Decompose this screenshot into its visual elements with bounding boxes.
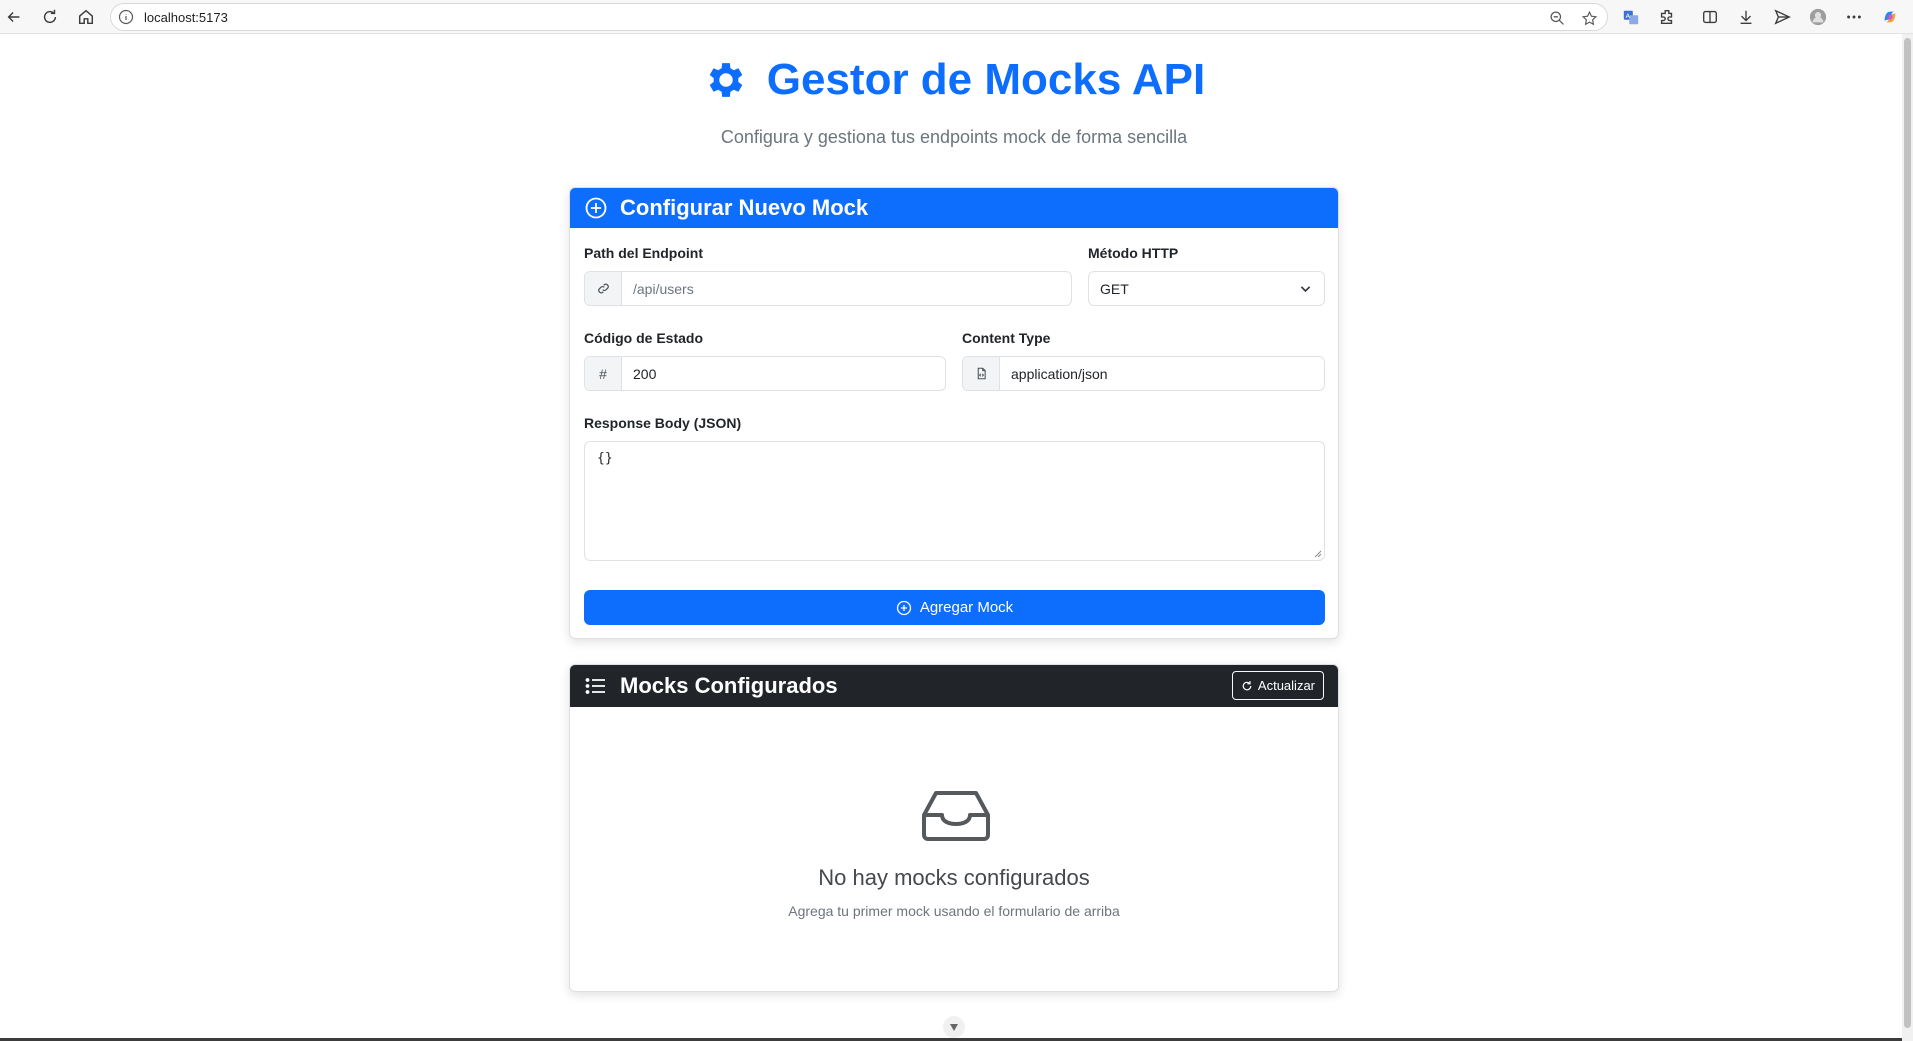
downloads-icon[interactable]: [1735, 6, 1757, 28]
profile-avatar-icon[interactable]: [1807, 6, 1829, 28]
list-icon: [585, 678, 605, 694]
scrollbar-thumb[interactable]: [1904, 38, 1911, 1028]
link-icon: [585, 272, 622, 305]
method-select[interactable]: GET: [1088, 271, 1325, 306]
browser-toolbar: localhost:5173 A: [0, 0, 1913, 34]
mocks-list-card: Mocks Configurados Actualizar No hay moc…: [569, 664, 1339, 992]
copilot-icon[interactable]: [1879, 6, 1901, 28]
response-body-value: {}: [597, 451, 613, 466]
page-header: Gestor de Mocks API: [0, 55, 1908, 105]
refresh-icon: [1242, 680, 1252, 690]
reload-icon[interactable]: [38, 5, 62, 29]
translate-icon[interactable]: A: [1620, 6, 1642, 28]
content-type-label: Content Type: [962, 330, 1051, 346]
content-type-input-group: [962, 356, 1325, 391]
path-input-group: [584, 271, 1072, 306]
refresh-button[interactable]: Actualizar: [1231, 671, 1324, 700]
inbox-icon: [922, 791, 990, 841]
method-label: Método HTTP: [1088, 245, 1179, 261]
empty-state-text: Agrega tu primer mock usando el formular…: [788, 903, 1120, 919]
chevron-down-icon: [1300, 286, 1311, 293]
method-selected-value: GET: [1100, 280, 1129, 297]
more-options-icon[interactable]: [1843, 6, 1865, 28]
new-mock-card-header: Configurar Nuevo Mock: [570, 188, 1338, 228]
favorite-star-icon[interactable]: [1579, 8, 1599, 28]
new-mock-card: Configurar Nuevo Mock Path del Endpoint …: [569, 187, 1339, 639]
path-label: Path del Endpoint: [584, 245, 703, 261]
svg-text:A: A: [1626, 13, 1631, 20]
page-title: Gestor de Mocks API: [766, 55, 1206, 104]
path-input[interactable]: [622, 272, 1071, 305]
mocks-list-card-header: Mocks Configurados Actualizar: [570, 665, 1338, 707]
body-label: Response Body (JSON): [584, 415, 742, 431]
home-icon[interactable]: [74, 5, 98, 29]
status-code-input[interactable]: [622, 357, 945, 390]
url-text: localhost:5173: [144, 10, 228, 25]
page-subtitle: Configura y gestiona tus endpoints mock …: [720, 127, 1188, 147]
extensions-icon[interactable]: [1656, 6, 1678, 28]
empty-state-title: No hay mocks configurados: [818, 865, 1090, 890]
status-label: Código de Estado: [584, 330, 703, 346]
address-bar[interactable]: localhost:5173: [110, 3, 1608, 31]
file-code-icon: [963, 357, 1000, 390]
add-mock-button-label: Agregar Mock: [919, 599, 1014, 616]
page-scrollbar[interactable]: [1902, 34, 1913, 1041]
back-icon[interactable]: [2, 5, 26, 29]
add-mock-button[interactable]: Agregar Mock: [584, 590, 1325, 625]
resize-handle-icon[interactable]: [1314, 550, 1322, 558]
refresh-button-label: Actualizar: [1257, 678, 1315, 693]
response-body-textarea[interactable]: {}: [584, 441, 1325, 561]
share-icon[interactable]: [1771, 6, 1793, 28]
gear-icon: [709, 63, 743, 97]
plus-circle-icon: [585, 197, 607, 219]
status-input-group: #: [584, 356, 946, 391]
content-type-input[interactable]: [1000, 357, 1324, 390]
mocks-list-card-title: Mocks Configurados: [620, 673, 838, 698]
split-screen-icon[interactable]: [1699, 6, 1721, 28]
zoom-icon[interactable]: [1547, 8, 1567, 28]
hash-addon: #: [585, 357, 622, 390]
site-info-icon[interactable]: [118, 9, 134, 25]
new-mock-card-title: Configurar Nuevo Mock: [620, 195, 869, 220]
plus-circle-icon: [896, 600, 911, 615]
scroll-down-icon[interactable]: [943, 1016, 965, 1038]
